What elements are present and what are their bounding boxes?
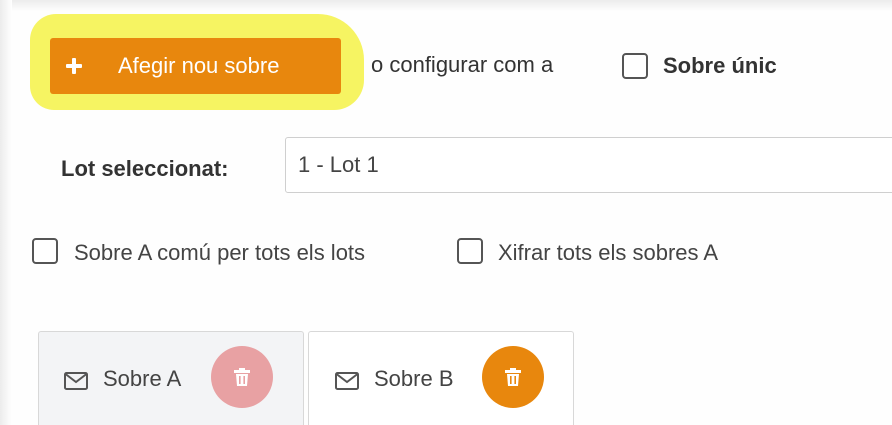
configure-as-text: o configurar com a (371, 52, 554, 77)
common-envelope-a-label[interactable]: Sobre A comú per tots els lots (74, 240, 365, 266)
encrypt-envelopes-a-label[interactable]: Xifrar tots els sobres A (498, 240, 718, 266)
encrypt-envelopes-a-checkbox[interactable] (457, 238, 483, 264)
lot-select[interactable]: 1 - Lot 1 (285, 137, 892, 193)
envelope-icon (64, 372, 88, 390)
lot-label: Lot seleccionat: (61, 156, 229, 181)
page: Afegir nou sobre o configurar com a Sobr… (0, 0, 892, 425)
add-envelope-button[interactable]: Afegir nou sobre (50, 38, 341, 94)
common-envelope-a-checkbox[interactable] (32, 238, 58, 264)
left-shadow (0, 0, 12, 425)
delete-sobre-b-button[interactable] (482, 346, 544, 408)
top-shadow (0, 0, 892, 12)
tab-sobre-b-label[interactable]: Sobre B (374, 366, 454, 392)
lot-select-value: 1 - Lot 1 (298, 152, 379, 177)
single-envelope-checkbox[interactable] (622, 53, 648, 79)
envelope-icon (335, 372, 359, 390)
delete-sobre-a-button[interactable] (211, 346, 273, 408)
tab-sobre-a-label[interactable]: Sobre A (103, 366, 181, 392)
trash-icon (234, 368, 250, 386)
add-envelope-label: Afegir nou sobre (118, 53, 280, 78)
trash-icon (505, 368, 521, 386)
single-envelope-label[interactable]: Sobre únic (663, 53, 777, 79)
plus-icon (66, 58, 82, 74)
